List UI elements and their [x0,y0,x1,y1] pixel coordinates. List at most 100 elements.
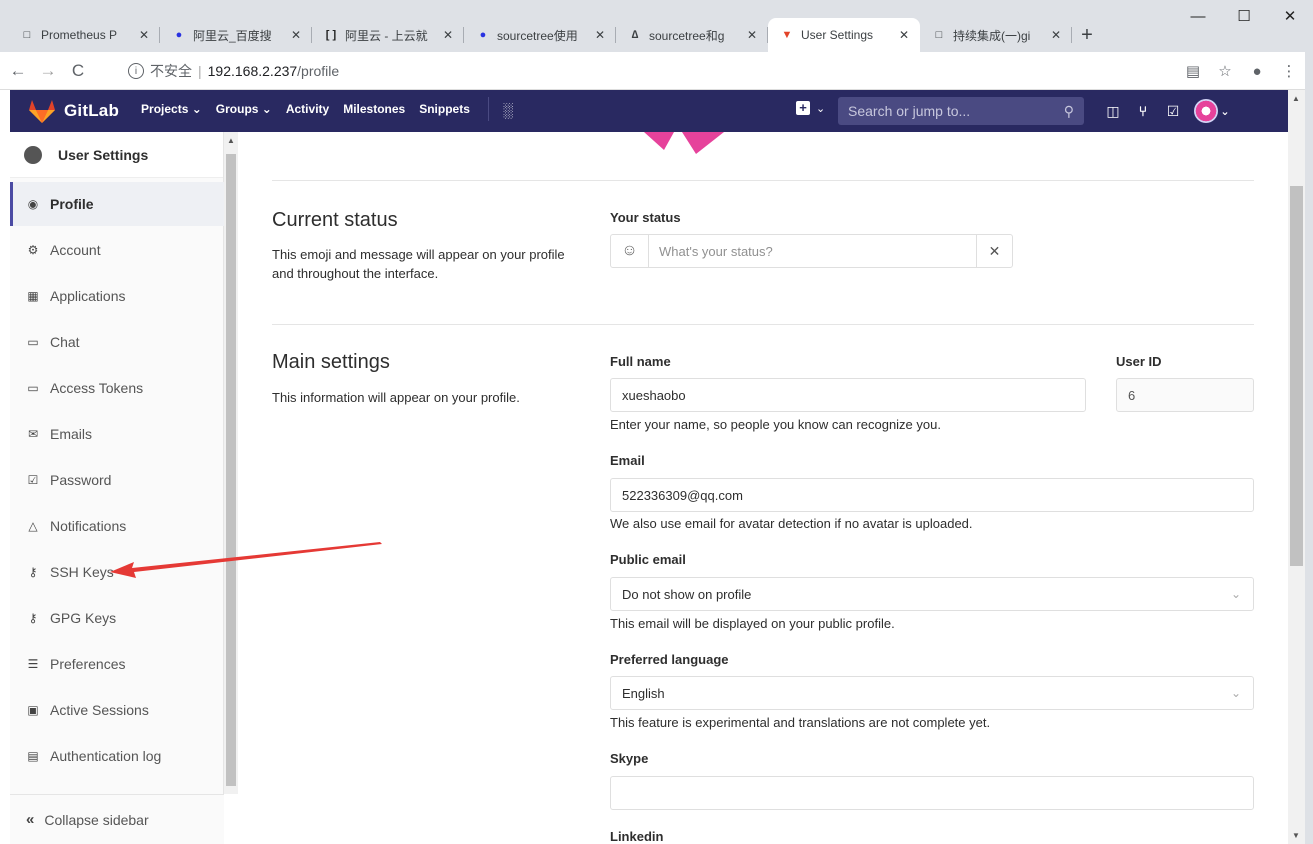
preferred-language-select[interactable]: English ⌄ [610,676,1254,710]
address-bar[interactable]: i 不安全 | 192.168.2.237 /profile [128,58,1158,84]
gitlab-nav-icons: ◫ ⑂ ☑ ⌄ [1098,90,1232,132]
email-label: Email [610,453,645,468]
sidebar-item-password[interactable]: ☑ Password [10,458,224,502]
browser-tab-aliyun[interactable]: [ ] 阿里云 - 上云就 ✕ [312,18,464,52]
new-tab-button[interactable]: + [1072,18,1102,52]
close-icon[interactable]: ✕ [896,28,912,42]
user-id-field: 6 [1116,378,1254,412]
close-icon[interactable]: ✕ [744,28,760,42]
collapse-sidebar-button[interactable]: « Collapse sidebar [10,794,224,844]
back-button[interactable]: ← [6,61,30,81]
forward-button[interactable]: → [36,61,60,81]
sidebar-item-authentication-log[interactable]: ▤ Authentication log [10,734,224,778]
nav-activity[interactable]: Activity [286,102,329,121]
sidebar-item-label: Authentication log [50,748,162,764]
search-placeholder: Search or jump to... [848,103,971,119]
chat-icon: ▭ [27,335,39,349]
close-icon[interactable]: ✕ [288,28,304,42]
preferred-language-help: This feature is experimental and transla… [610,715,991,730]
window-controls: — ☐ ✕ [1175,0,1313,32]
insecure-label: 不安全 [150,63,192,79]
maximize-button[interactable]: ☐ [1221,0,1267,32]
page-icon: □ [23,29,31,41]
log-icon: ▤ [27,749,39,763]
full-name-label: Full name [610,354,671,369]
nav-groups[interactable]: Groups ⌄ [216,102,272,121]
translate-icon[interactable]: ▤ [1177,62,1209,80]
browser-tab-ci[interactable]: □ 持续集成(一)gi ✕ [920,18,1072,52]
main-settings-title: Main settings [272,351,390,373]
merge-request-icon[interactable]: ⑂ [1128,103,1158,119]
page-scrollbar[interactable]: ▲ ▼ [1288,90,1305,844]
info-icon[interactable]: i [128,63,144,79]
nav-milestones[interactable]: Milestones [343,102,405,121]
gitlab-search[interactable]: Search or jump to... ⚲ [838,97,1084,125]
sidebar-item-label: Password [50,472,112,488]
clear-status-button[interactable]: ✕ [976,235,1012,267]
public-email-label: Public email [610,552,686,567]
sidebar-item-active-sessions[interactable]: ▣ Active Sessions [10,688,224,732]
full-name-help: Enter your name, so people you know can … [610,417,941,432]
gitlab-home-link[interactable]: GitLab [28,98,119,124]
browser-tab-user-settings[interactable]: ▼ User Settings ✕ [768,18,920,52]
window-edge [1305,0,1313,844]
public-email-select[interactable]: Do not show on profile ⌄ [610,577,1254,611]
sidebar-item-preferences[interactable]: ☰ Preferences [10,642,224,686]
bookmark-star-icon[interactable]: ☆ [1209,62,1241,80]
reload-button[interactable]: C [66,61,90,81]
scroll-up-icon[interactable]: ▲ [227,136,235,145]
browser-tab-prometheus[interactable]: □ Prometheus P ✕ [8,18,160,52]
applications-icon: ▦ [27,289,39,303]
nav-snippets[interactable]: Snippets [419,102,470,121]
close-icon[interactable]: ✕ [440,28,456,42]
page-scroll-thumb[interactable] [1290,186,1303,566]
scroll-down-icon[interactable]: ▼ [1292,831,1300,840]
status-message-input[interactable]: What's your status? [649,235,976,267]
emoji-picker-button[interactable]: ☺ [611,235,649,267]
search-icon: ⚲ [1063,102,1074,119]
browser-tab-sourcetree-git[interactable]: ∆ sourcetree和g ✕ [616,18,768,52]
sidebar-item-emails[interactable]: ✉ Emails [10,412,224,456]
sidebar-item-chat[interactable]: ▭ Chat [10,320,224,364]
todo-icon[interactable]: ☑ [1158,103,1188,120]
current-status-description: This emoji and message will appear on yo… [272,247,565,281]
full-name-input[interactable]: xueshaobo [610,378,1086,412]
avatar-image-partial [644,132,724,154]
sidebar-item-label: Emails [50,426,93,442]
sidebar-item-gpg-keys[interactable]: ⚷ GPG Keys [10,596,224,640]
close-icon[interactable]: ✕ [136,28,152,42]
lock-icon: ☑ [27,473,39,487]
browser-tab-sourcetree[interactable]: ● sourcetree使用 ✕ [464,18,616,52]
new-item-dropdown[interactable]: + ⌄ [796,101,825,115]
browser-tab-baidu[interactable]: ● 阿里云_百度搜 ✕ [160,18,312,52]
close-icon[interactable]: ✕ [1048,28,1064,42]
sidebar-item-profile[interactable]: ◉ Profile [10,182,224,226]
sidebar-item-account[interactable]: ⚙ Account [10,228,224,272]
chevron-down-icon[interactable]: ⌄ [1218,105,1232,118]
user-avatar[interactable] [1194,99,1218,123]
current-status-title: Current status [272,209,398,231]
main-settings-description: This information will appear on your pro… [272,390,520,405]
status-input-group: ☺ What's your status? ✕ [610,234,1013,268]
url-path: /profile [297,63,340,79]
sidebar-item-applications[interactable]: ▦ Applications [10,274,224,318]
minimize-button[interactable]: — [1175,0,1221,32]
scroll-up-icon[interactable]: ▲ [1292,94,1300,103]
issues-icon[interactable]: ◫ [1098,103,1128,120]
sidebar-item-label: Account [50,242,101,258]
menu-icon[interactable]: ⋮ [1273,62,1305,80]
page-icon: □ [935,29,943,41]
baidu-icon: ● [479,29,487,41]
nav-projects[interactable]: Projects ⌄ [141,102,202,121]
sidebar-item-access-tokens[interactable]: ▭ Access Tokens [10,366,224,410]
chart-icon[interactable]: ░ [503,102,513,121]
tab-title: Prometheus P [41,28,118,42]
email-field[interactable]: 522336309@qq.com [610,478,1254,512]
skype-input[interactable] [610,776,1254,810]
account-icon[interactable]: ● [1241,63,1273,80]
sidebar-scroll-thumb[interactable] [226,154,236,786]
sidebar-item-label: Profile [50,196,94,212]
close-icon[interactable]: ✕ [592,28,608,42]
sidebar-scrollbar[interactable]: ▲ [224,132,238,794]
user-avatar-icon [24,145,42,164]
